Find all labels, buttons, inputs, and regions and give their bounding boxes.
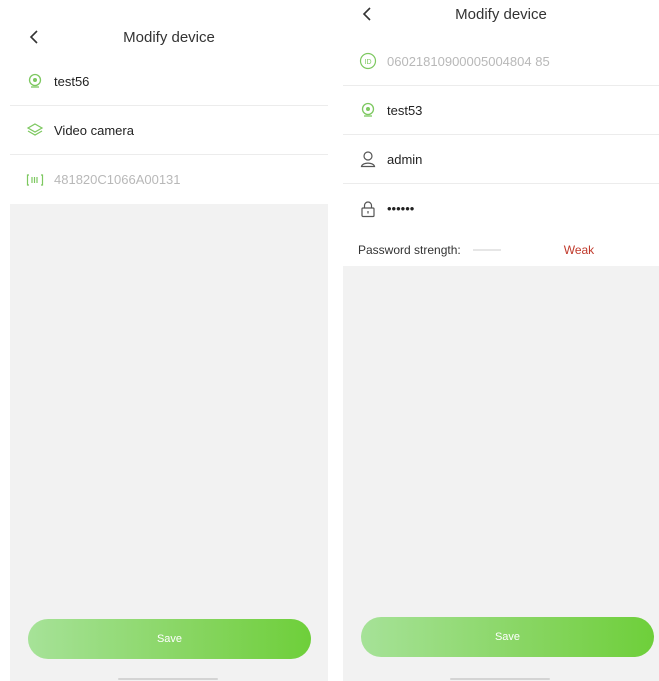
save-label: Save	[494, 631, 521, 643]
barcode-icon	[25, 170, 45, 190]
save-button[interactable]: Save	[361, 617, 654, 657]
header: Modify device	[10, 17, 328, 57]
page-title: Modify device	[455, 5, 547, 23]
camera-lens-icon	[25, 71, 45, 91]
password-value: ••••••	[387, 201, 415, 216]
device-form: test56 Video camera 481820C1066A00131	[10, 57, 328, 204]
id-badge-icon: ID	[358, 51, 378, 71]
device-type-field[interactable]: Video camera	[10, 106, 328, 155]
password-strength-value: Weak	[563, 243, 595, 257]
lock-icon	[358, 199, 378, 219]
username-field[interactable]: admin	[343, 135, 659, 184]
device-name-field[interactable]: test53	[343, 86, 659, 135]
chevron-left-icon	[29, 30, 38, 44]
empty-area	[10, 204, 328, 681]
user-icon	[358, 149, 378, 169]
home-indicator	[118, 678, 218, 680]
left-screen: Modify device test56 Video camera 481820…	[10, 0, 328, 681]
device-name-value: test56	[54, 73, 90, 89]
device-name-field[interactable]: test56	[10, 57, 328, 106]
device-id-value: 06021810900005004804 85	[387, 53, 550, 69]
home-indicator	[450, 678, 550, 680]
device-form: ID 06021810900005004804 85 test53 admin …	[343, 37, 659, 233]
header: Modify device	[343, 0, 659, 34]
serial-number-field: 481820C1066A00131	[10, 155, 328, 204]
back-button[interactable]	[22, 25, 46, 49]
serial-number-value: 481820C1066A00131	[54, 172, 181, 187]
device-name-value: test53	[387, 102, 423, 118]
device-id-field: ID 06021810900005004804 85	[343, 37, 659, 86]
camera-lens-icon	[358, 100, 378, 120]
back-button[interactable]	[355, 2, 379, 26]
password-strength-label: Password strength:	[358, 243, 461, 257]
save-label: Save	[156, 633, 183, 645]
page-title: Modify device	[123, 28, 215, 46]
save-button[interactable]: Save	[28, 619, 311, 659]
layers-icon	[25, 120, 45, 140]
device-type-value: Video camera	[54, 122, 134, 138]
password-field[interactable]: ••••••	[343, 184, 659, 233]
password-strength-bar	[472, 249, 501, 251]
svg-text:ID: ID	[365, 59, 372, 66]
right-screen: Modify device ID 06021810900005004804 85…	[343, 0, 659, 681]
username-value: admin	[387, 151, 423, 167]
password-strength-row: Password strength: Weak	[343, 234, 659, 266]
chevron-left-icon	[362, 7, 371, 21]
